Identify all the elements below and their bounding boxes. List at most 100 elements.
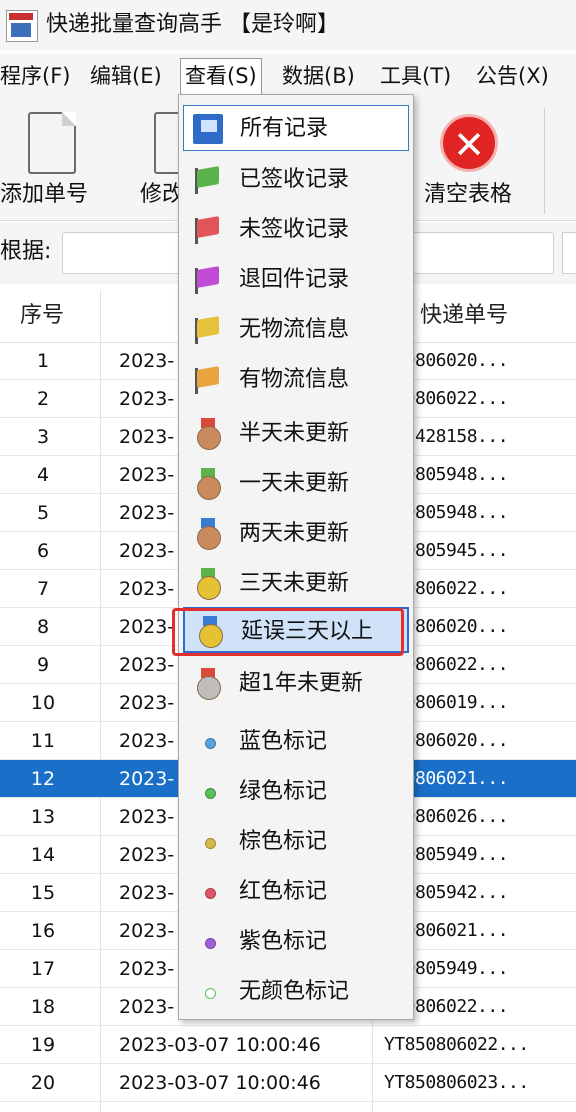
- cell-track: YT850806023...: [384, 1072, 529, 1093]
- view-menu-item[interactable]: 一天未更新: [183, 461, 409, 507]
- gold-medal-icon: [191, 568, 223, 600]
- cell-time: 2023-03-07 10:00:46: [119, 1072, 321, 1094]
- view-menu-item[interactable]: 已签收记录: [183, 157, 409, 203]
- view-menu-item-label: 未签收记录: [239, 217, 350, 242]
- cell-time: 2023-: [119, 654, 175, 676]
- cell-no: 9: [36, 654, 50, 676]
- add-number-button[interactable]: 添加单号: [0, 106, 100, 216]
- menu-notice[interactable]: 公告(X): [476, 60, 549, 92]
- purple-flag-icon: [191, 264, 223, 296]
- cell-time: 2023-: [119, 616, 175, 638]
- cell-time: 2023-: [119, 578, 175, 600]
- window-title: 快递批量查询高手 【是玲啊】: [46, 12, 339, 37]
- view-menu-item[interactable]: 紫色标记: [183, 919, 409, 965]
- cell-no: 19: [30, 1034, 56, 1056]
- menu-bar: 程序(F) 编辑(E) 查看(S) 数据(B) 工具(T) 公告(X): [0, 54, 576, 98]
- cell-no: 12: [30, 768, 56, 790]
- green-dot-icon: [191, 776, 223, 808]
- all-records-icon: [192, 113, 224, 145]
- cell-time: 2023-: [119, 350, 175, 372]
- document-icon: [28, 112, 76, 174]
- view-menu-item[interactable]: 两天未更新: [183, 511, 409, 557]
- view-menu-item-label: 一天未更新: [239, 471, 350, 496]
- cell-time: 2023-: [119, 844, 175, 866]
- clear-table-button[interactable]: ✕ 清空表格: [420, 106, 530, 216]
- header-tracking-number[interactable]: 快递单号: [420, 300, 508, 332]
- app-icon: [6, 10, 38, 42]
- filter-label: 根据:: [0, 239, 52, 264]
- bronze-medal-icon: [191, 468, 223, 500]
- view-menu-item[interactable]: 有物流信息: [183, 357, 409, 403]
- cell-time: 2023-: [119, 502, 175, 524]
- brown-dot-icon: [191, 826, 223, 858]
- table-row[interactable]: 19 2023-03-07 10:00:46 YT850806022...: [0, 1026, 576, 1064]
- cell-no: 20: [30, 1072, 56, 1094]
- view-menu-item[interactable]: 红色标记: [183, 869, 409, 915]
- view-menu-item-label: 无物流信息: [239, 317, 350, 342]
- cell-time: 2023-: [119, 806, 175, 828]
- menu-edit[interactable]: 编辑(E): [90, 60, 162, 92]
- header-no[interactable]: 序号: [20, 300, 64, 332]
- orange-flag-icon: [191, 364, 223, 396]
- view-menu-item-label: 有物流信息: [239, 367, 350, 392]
- menu-view[interactable]: 查看(S): [180, 58, 262, 95]
- view-menu-item[interactable]: 三天未更新: [183, 561, 409, 607]
- empty-dot-icon: [191, 976, 223, 1008]
- view-menu-item[interactable]: 半天未更新: [183, 411, 409, 457]
- cell-no: 6: [36, 540, 50, 562]
- cell-no: 7: [36, 578, 50, 600]
- view-menu-item[interactable]: 无物流信息: [183, 307, 409, 353]
- view-menu-item-label: 三天未更新: [239, 571, 350, 596]
- bronze-medal-icon: [191, 518, 223, 550]
- view-menu-dropdown: 所有记录已签收记录未签收记录退回件记录无物流信息有物流信息半天未更新一天未更新两…: [178, 94, 414, 1020]
- view-menu-item[interactable]: 未签收记录: [183, 207, 409, 253]
- cell-time: 2023-: [119, 388, 175, 410]
- cell-no: 18: [30, 996, 56, 1018]
- view-menu-item-label: 红色标记: [239, 879, 328, 904]
- title-bar: 快递批量查询高手 【是玲啊】: [0, 0, 576, 50]
- cell-time: 2023-: [119, 730, 175, 752]
- view-menu-item[interactable]: 绿色标记: [183, 769, 409, 815]
- view-menu-item[interactable]: 所有记录: [183, 105, 409, 151]
- view-menu-item[interactable]: 超1年未更新: [183, 661, 409, 707]
- view-menu-item[interactable]: 退回件记录: [183, 257, 409, 303]
- cell-no: 4: [36, 464, 50, 486]
- menu-program[interactable]: 程序(F): [0, 60, 70, 92]
- view-menu-item-label: 棕色标记: [239, 829, 328, 854]
- view-menu-item-label: 绿色标记: [239, 779, 328, 804]
- cell-no: 15: [30, 882, 56, 904]
- cell-no: 5: [36, 502, 50, 524]
- cell-time: 2023-03-07 10:00:46: [119, 1034, 321, 1056]
- view-menu-item[interactable]: 蓝色标记: [183, 719, 409, 765]
- menu-data[interactable]: 数据(B): [282, 60, 355, 92]
- cell-time: 2023-: [119, 464, 175, 486]
- cell-time: 2023-: [119, 958, 175, 980]
- view-menu-item-label: 所有记录: [240, 116, 329, 141]
- silver-medal-icon: [191, 668, 223, 700]
- cell-time: 2023-: [119, 768, 175, 790]
- edit-button[interactable]: 修改: [138, 106, 202, 216]
- view-menu-item-label: 超1年未更新: [239, 671, 363, 696]
- cell-track: YT850806022...: [384, 1034, 529, 1055]
- highlight-annotation: [172, 608, 404, 656]
- cell-no: 1: [36, 350, 50, 372]
- cell-no: 8: [36, 616, 50, 638]
- view-menu-item-label: 退回件记录: [239, 267, 350, 292]
- view-menu-item-label: 已签收记录: [239, 167, 350, 192]
- cell-no: 14: [30, 844, 56, 866]
- bronze-medal-icon: [191, 418, 223, 450]
- close-icon: ✕: [440, 114, 498, 172]
- cell-no: 11: [30, 730, 56, 752]
- yellow-flag-icon: [191, 314, 223, 346]
- view-menu-item[interactable]: 棕色标记: [183, 819, 409, 865]
- cell-time: 2023-: [119, 996, 175, 1018]
- cell-time: 2023-: [119, 692, 175, 714]
- view-menu-item-label: 半天未更新: [239, 421, 350, 446]
- table-row[interactable]: 20 2023-03-07 10:00:46 YT850806023...: [0, 1064, 576, 1102]
- menu-tools[interactable]: 工具(T): [380, 60, 451, 92]
- red-dot-icon: [191, 876, 223, 908]
- cell-no: 2: [36, 388, 50, 410]
- view-menu-item[interactable]: 无颜色标记: [183, 969, 409, 1015]
- filter-input-secondary[interactable]: [562, 232, 576, 274]
- toolbar-separator: [544, 108, 545, 214]
